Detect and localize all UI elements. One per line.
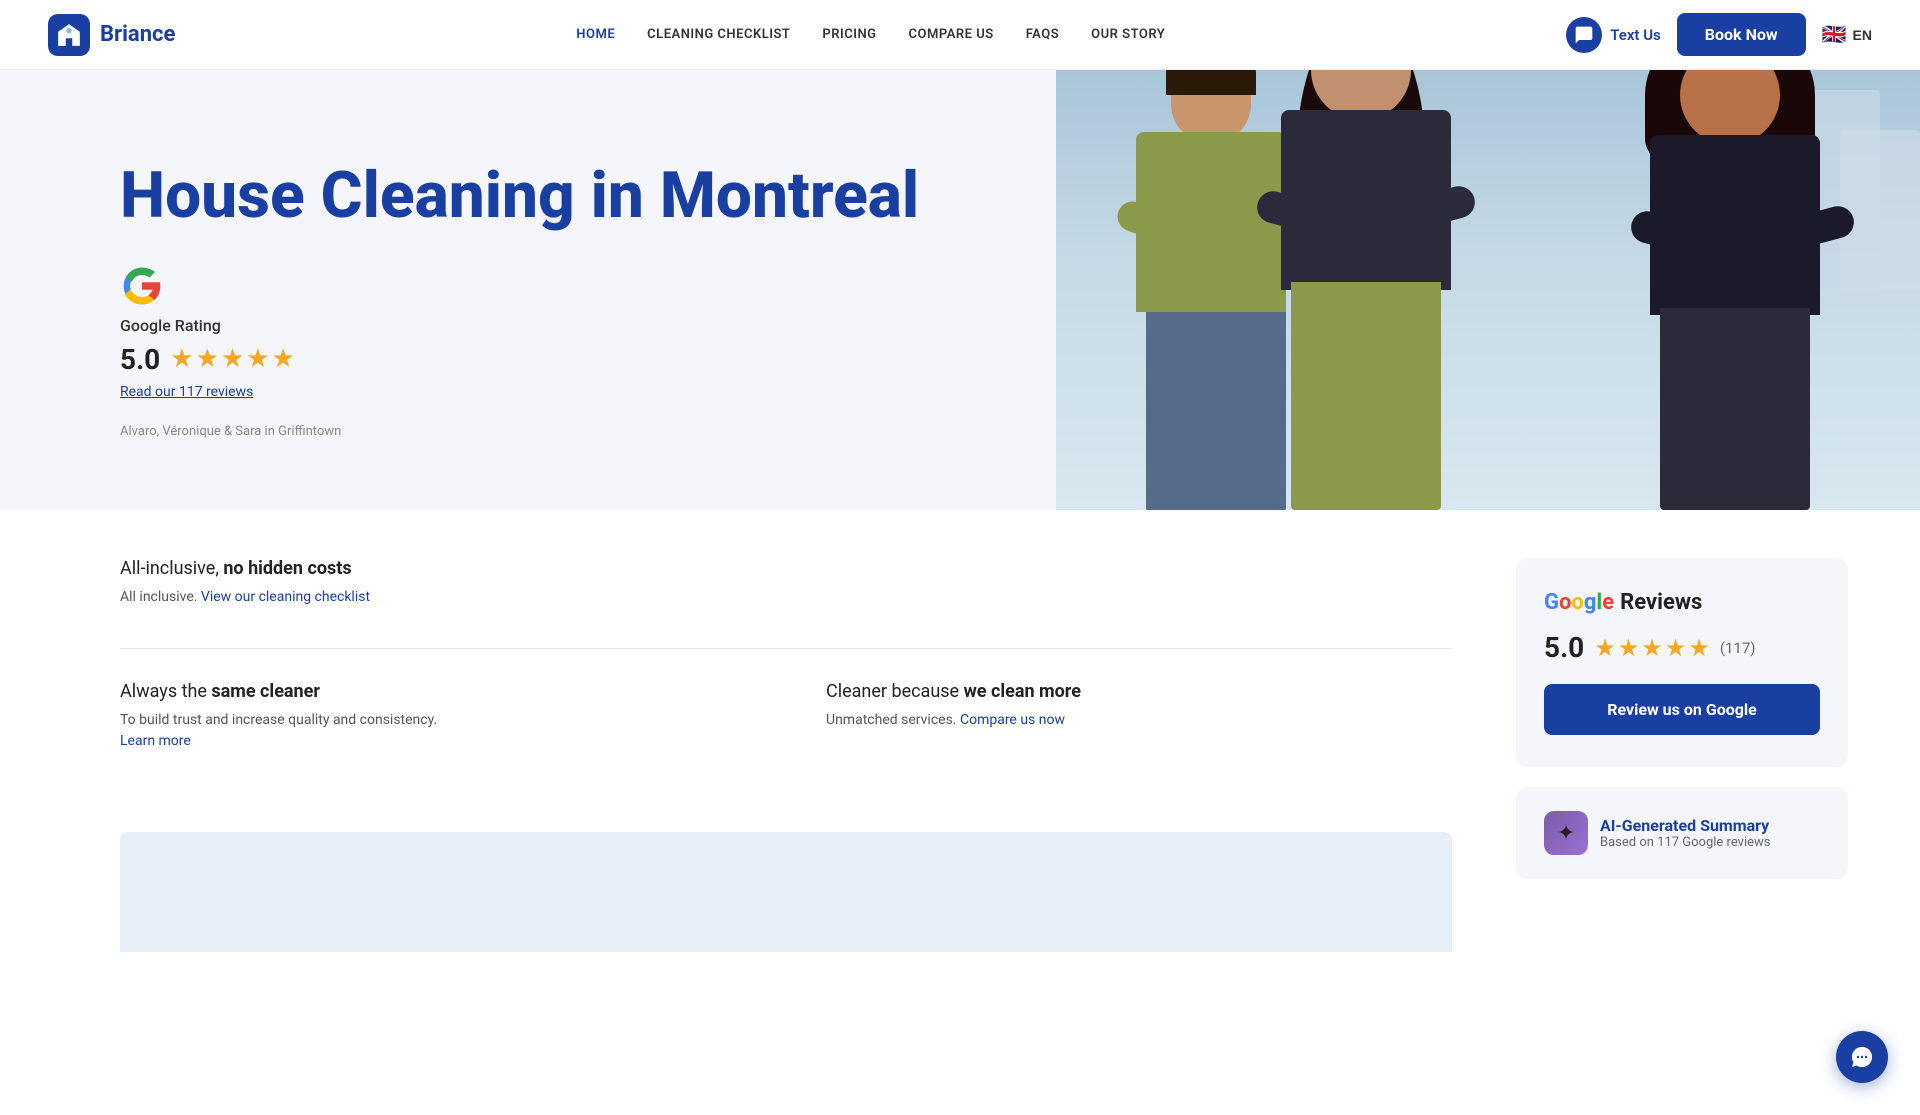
feature-bold-3: we clean more — [964, 681, 1081, 702]
review-star-5: ★ — [1688, 634, 1710, 662]
review-star-2: ★ — [1618, 634, 1640, 662]
review-star-1: ★ — [1594, 634, 1616, 662]
book-now-button[interactable]: Book Now — [1677, 13, 1806, 56]
text-us-label: Text Us — [1610, 26, 1661, 44]
rating-stars: ★ ★ ★ ★ ★ — [170, 344, 295, 374]
person-3 — [1640, 70, 1840, 510]
building-2 — [1840, 130, 1920, 290]
reviews-count: (117) — [1720, 639, 1756, 657]
chat-float-icon — [1850, 1045, 1874, 1069]
reviews-stars: ★ ★ ★ ★ ★ — [1594, 634, 1710, 662]
review-us-button[interactable]: Review us on Google — [1544, 684, 1820, 735]
g-letter-1: G — [1544, 590, 1559, 615]
feature-desc-2: To build trust and increase quality and … — [120, 710, 746, 752]
logo[interactable]: Briance — [48, 14, 175, 56]
feature-title-1: All-inclusive, no hidden costs — [120, 558, 1452, 579]
rating-value: 5.0 — [120, 343, 160, 376]
hero-image-bg — [1056, 70, 1920, 510]
float-chat-button[interactable] — [1836, 1031, 1888, 1083]
message-icon — [1574, 25, 1594, 45]
star-5: ★ — [272, 344, 295, 374]
g-letter-2: o — [1559, 590, 1571, 615]
google-reviews-card: Google Reviews 5.0 ★ ★ ★ ★ ★ (117) Revie… — [1516, 558, 1848, 767]
star-2: ★ — [196, 344, 219, 374]
cleaning-checklist-link[interactable]: View our cleaning checklist — [201, 589, 370, 605]
feature-desc-1: All inclusive. View our cleaning checkli… — [120, 587, 1452, 608]
compare-us-link[interactable]: Compare us now — [960, 712, 1065, 728]
language-button[interactable]: 🇬🇧 EN — [1822, 22, 1872, 47]
hero-content: House Cleaning in Montreal Google Rating… — [0, 70, 1056, 510]
hero-section: House Cleaning in Montreal Google Rating… — [0, 70, 1920, 510]
review-star-3: ★ — [1641, 634, 1663, 662]
nav-home[interactable]: HOME — [576, 27, 615, 42]
ai-summary-text: AI-Generated Summary Based on 117 Google… — [1600, 816, 1770, 850]
hero-image — [1056, 70, 1920, 510]
lang-label: EN — [1853, 27, 1872, 43]
ai-summary-header: ✦ AI-Generated Summary Based on 117 Goog… — [1544, 811, 1820, 855]
g-letter-6: e — [1602, 590, 1614, 615]
feature-divider-1 — [120, 648, 1452, 649]
features-left: All-inclusive, no hidden costs All inclu… — [48, 510, 1492, 992]
nav-compare-us[interactable]: COMPARE US — [909, 27, 994, 42]
star-3: ★ — [221, 344, 244, 374]
star-4: ★ — [246, 344, 269, 374]
ai-star-icon: ✦ — [1557, 821, 1575, 846]
feature-title-3: Cleaner because we clean more — [826, 681, 1452, 702]
reviews-score-row: 5.0 ★ ★ ★ ★ ★ (117) — [1544, 631, 1820, 664]
rating-row: 5.0 ★ ★ ★ ★ ★ — [120, 343, 295, 376]
feature-bold-2: same cleaner — [211, 681, 320, 702]
logo-icon — [48, 14, 90, 56]
nav-our-story[interactable]: OUR STORY — [1091, 27, 1165, 42]
person-2 — [1266, 70, 1466, 510]
feature-title-2: Always the same cleaner — [120, 681, 746, 702]
features-section: All-inclusive, no hidden costs All inclu… — [0, 510, 1920, 992]
navigation: Briance HOME CLEANING CHECKLIST PRICING … — [0, 0, 1920, 70]
google-reviews-header: Google Reviews — [1544, 590, 1820, 615]
reviews-link[interactable]: Read our 117 reviews — [120, 384, 253, 400]
ai-subtitle: Based on 117 Google reviews — [1600, 835, 1770, 850]
nav-actions: Text Us Book Now 🇬🇧 EN — [1566, 13, 1872, 56]
feature-no-hidden-costs: All-inclusive, no hidden costs All inclu… — [120, 558, 1452, 608]
google-rating-label: Google Rating — [120, 316, 221, 335]
g-letter-4: g — [1584, 590, 1597, 615]
text-us-button[interactable]: Text Us — [1566, 17, 1661, 53]
hero-caption: Alvaro, Véronique & Sara in Griffintown — [120, 424, 996, 439]
nav-cleaning-checklist[interactable]: CLEANING CHECKLIST — [647, 27, 790, 42]
flag-icon: 🇬🇧 — [1822, 22, 1847, 47]
hero-title: House Cleaning in Montreal — [120, 161, 996, 231]
google-colored-text: Google — [1544, 590, 1614, 615]
ai-summary-card: ✦ AI-Generated Summary Based on 117 Goog… — [1516, 787, 1848, 879]
feature-clean-more: Cleaner because we clean more Unmatched … — [826, 681, 1452, 792]
house-icon — [56, 22, 82, 48]
reviews-score: 5.0 — [1544, 631, 1584, 664]
features-right: Google Reviews 5.0 ★ ★ ★ ★ ★ (117) Revie… — [1492, 510, 1872, 992]
learn-more-link[interactable]: Learn more — [120, 733, 191, 749]
google-reviews-title: Reviews — [1620, 590, 1702, 615]
bottom-image-preview — [120, 832, 1452, 952]
review-star-4: ★ — [1665, 634, 1687, 662]
ai-title: AI-Generated Summary — [1600, 816, 1770, 835]
feature-desc-3: Unmatched services. Compare us now — [826, 710, 1452, 731]
nav-pricing[interactable]: PRICING — [822, 27, 876, 42]
g-letter-3: o — [1571, 590, 1583, 615]
star-1: ★ — [170, 344, 193, 374]
feature-bold-1: no hidden costs — [223, 558, 351, 579]
logo-text: Briance — [100, 22, 175, 47]
nav-faqs[interactable]: FAQS — [1026, 27, 1059, 42]
features-row-2: Always the same cleaner To build trust a… — [120, 681, 1452, 792]
feature-same-cleaner: Always the same cleaner To build trust a… — [120, 681, 746, 752]
ai-icon: ✦ — [1544, 811, 1588, 855]
google-rating-block: Google Rating 5.0 ★ ★ ★ ★ ★ Read our 117… — [120, 264, 996, 400]
google-g-icon — [120, 264, 164, 308]
nav-links: HOME CLEANING CHECKLIST PRICING COMPARE … — [576, 27, 1165, 42]
text-us-bubble-icon — [1566, 17, 1602, 53]
